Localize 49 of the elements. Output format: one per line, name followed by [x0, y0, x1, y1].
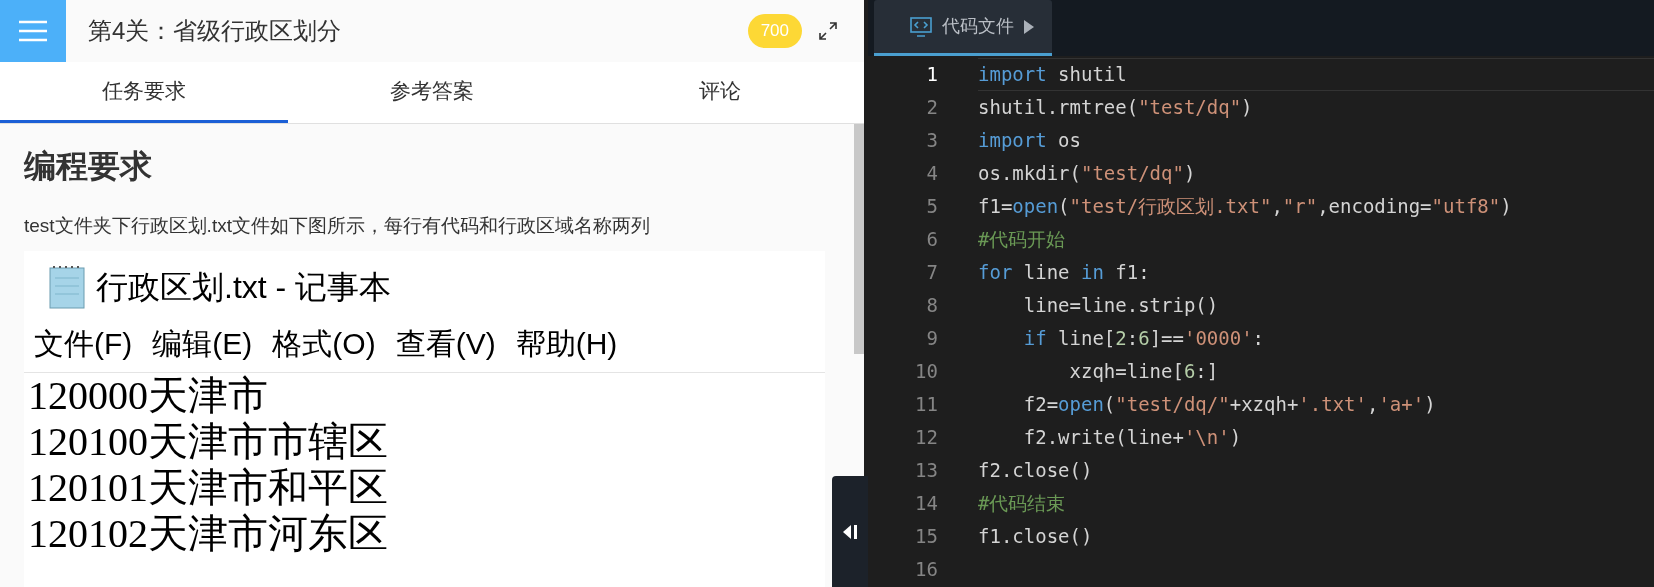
- tab[interactable]: 参考答案: [288, 62, 576, 123]
- menu-icon: [18, 19, 48, 43]
- code-line: xzqh=line[6:]: [1068, 359, 1219, 385]
- line-number: 14: [914, 491, 938, 517]
- code-line: f1.close(): [978, 524, 1093, 550]
- line-number: 4: [925, 161, 938, 187]
- line-number: 13: [914, 458, 938, 484]
- code-line: import os: [978, 128, 1081, 154]
- line-number: 9: [925, 326, 938, 352]
- code-file-icon: [910, 16, 932, 37]
- notepad-line: 120000天津市: [28, 372, 268, 419]
- section-heading: 编程要求: [24, 147, 153, 186]
- notepad-line: 120100天津市市辖区: [28, 418, 388, 465]
- line-number: 3: [925, 128, 938, 154]
- tab[interactable]: 评论: [576, 62, 864, 123]
- line-number: 11: [914, 392, 938, 418]
- code-line: f1=open("test/行政区划.txt","r",encoding="utf8"): [978, 194, 1512, 220]
- code-line: for line in f1:: [978, 260, 1150, 286]
- line-number: 1: [925, 62, 938, 88]
- code-line: import shutil: [978, 62, 1127, 88]
- notepad-line: 120102天津市河东区: [28, 510, 388, 557]
- line-number: 16: [914, 557, 938, 583]
- line-number: 6: [925, 227, 938, 253]
- page-title: 第4关：省级行政区划分: [88, 16, 342, 46]
- code-line: shutil.rmtree("test/dq"): [978, 95, 1253, 121]
- line-number: 7: [925, 260, 938, 286]
- code-line: os.mkdir("test/dq"): [978, 161, 1196, 187]
- code-line: f2.close(): [978, 458, 1093, 484]
- code-line: f2.write(line+'\n'): [1022, 425, 1242, 451]
- code-comment: #代码开始: [978, 227, 1066, 253]
- notepad-line: 120101天津市和平区: [28, 464, 388, 511]
- line-number: 2: [925, 95, 938, 121]
- expand-icon[interactable]: [818, 21, 838, 41]
- line-number: 10: [914, 359, 938, 385]
- code-line: f2=open("test/dq/"+xzqh+'.txt','a+'): [1022, 392, 1436, 418]
- code-line: if line[2:6]=='0000':: [1022, 326, 1265, 352]
- code-line: line=line.strip(): [1022, 293, 1219, 319]
- notepad-title: 行政区划.txt - 记事本: [96, 267, 392, 307]
- score-badge: 700: [747, 14, 802, 48]
- play-icon: [1024, 19, 1034, 34]
- file-tab[interactable]: 代码文件: [874, 0, 1052, 56]
- line-number: 12: [914, 425, 938, 451]
- line-number: 15: [914, 524, 938, 550]
- paragraph: test文件夹下行政区划.txt文件如下图所示，每行有代码和行政区域名称两列: [24, 214, 651, 238]
- code-comment: #代码结束: [978, 491, 1066, 517]
- line-number: 5: [925, 194, 938, 220]
- line-number: 8: [925, 293, 938, 319]
- collapse-button[interactable]: [832, 476, 868, 587]
- tab[interactable]: 任务要求: [0, 62, 288, 123]
